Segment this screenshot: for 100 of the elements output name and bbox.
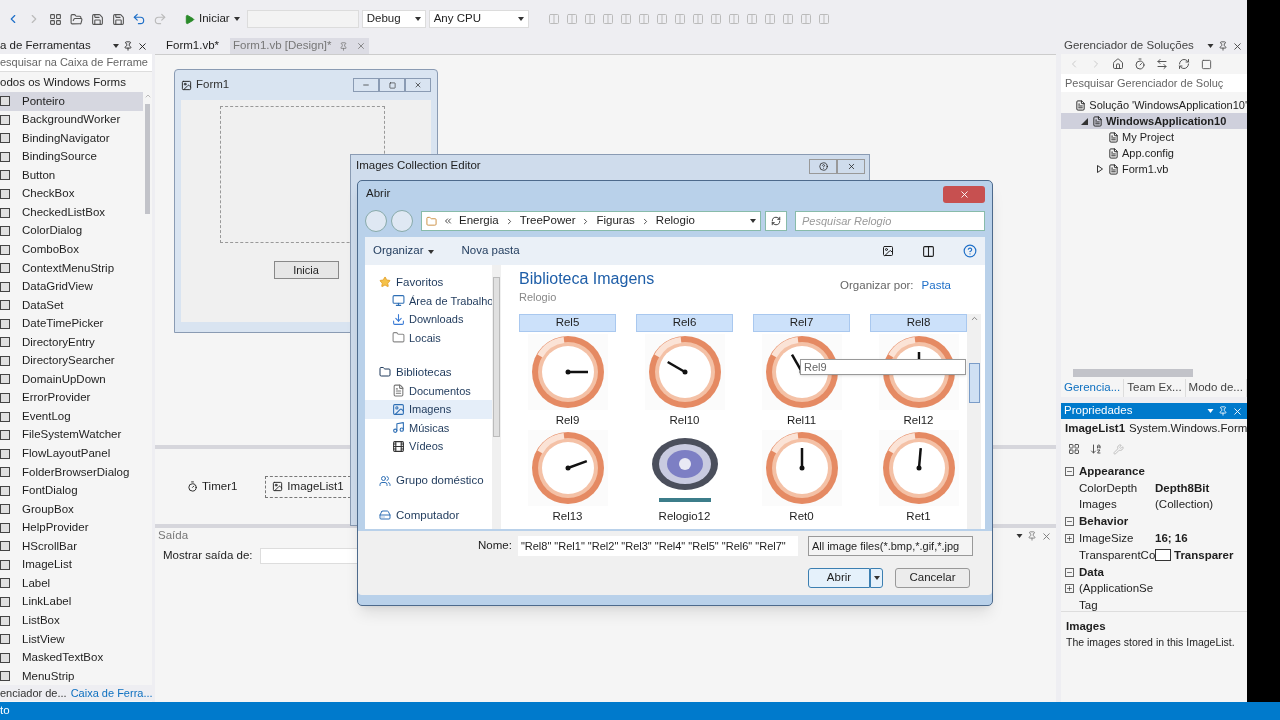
pin-icon[interactable] — [1218, 41, 1228, 51]
file-item[interactable]: Rel7 — [753, 313, 850, 332]
platform-dropdown[interactable]: Any CPU — [428, 10, 529, 28]
path-segment[interactable]: TreePower — [519, 212, 576, 230]
caret-icon[interactable] — [870, 568, 883, 588]
toolbox-item[interactable]: BindingSource — [0, 147, 143, 167]
help-icon[interactable] — [963, 244, 977, 258]
file-item[interactable]: Rel13 — [550, 507, 585, 525]
property-category[interactable]: Appearance — [1079, 462, 1145, 481]
tree-item[interactable]: Form1.vb — [1061, 161, 1247, 177]
pin-icon[interactable] — [123, 41, 133, 51]
command-button[interactable]: Organizar — [373, 242, 424, 260]
toolbox-item[interactable]: DirectorySearcher — [0, 351, 143, 371]
toolbox-item[interactable]: Ponteiro — [0, 92, 143, 111]
expand-icon[interactable] — [1065, 534, 1074, 544]
caret-icon[interactable] — [1207, 44, 1214, 48]
path-segment[interactable]: Relogio — [655, 212, 695, 230]
caret-icon[interactable] — [750, 219, 756, 223]
file-item[interactable]: Rel9 — [553, 411, 582, 429]
panel-tab[interactable]: Modo de... — [1185, 379, 1247, 397]
property-category[interactable]: Data — [1079, 563, 1104, 581]
preview-pane-icon[interactable] — [922, 244, 935, 258]
panel-tab[interactable]: enciador de... — [0, 684, 67, 702]
tree-item[interactable]: My Project — [1061, 129, 1247, 145]
configuration-dropdown[interactable]: Debug — [361, 10, 426, 28]
expand-icon[interactable] — [1065, 584, 1074, 594]
nav-group[interactable]: Favoritos — [365, 273, 492, 292]
toolbox-item[interactable]: CheckBox — [0, 184, 143, 204]
nav-group[interactable]: Bibliotecas — [365, 363, 492, 382]
pin-icon[interactable] — [1027, 531, 1037, 541]
nav-item[interactable]: Músicas — [365, 418, 492, 437]
toolbox-item[interactable]: MenuStrip — [0, 666, 143, 685]
view-icon[interactable] — [882, 245, 894, 257]
scrollbar-thumb[interactable] — [145, 104, 150, 214]
panel-tab[interactable]: Caixa de Ferra... — [70, 684, 153, 702]
toolbox-item[interactable]: DataGridView — [0, 277, 143, 296]
nav-item[interactable]: Locais — [365, 328, 492, 347]
toolbox-item[interactable]: ListView — [0, 629, 143, 649]
pin-icon[interactable] — [1218, 406, 1228, 416]
file-item[interactable]: Ret1 — [904, 507, 933, 525]
nav-group[interactable]: Grupo doméstico — [365, 471, 492, 490]
property-category[interactable]: Behavior — [1079, 513, 1129, 531]
property-value[interactable]: Transparer — [1174, 546, 1234, 564]
back-icon[interactable] — [365, 210, 387, 232]
nav-item[interactable]: Vídeos — [365, 437, 492, 456]
forward-icon[interactable] — [391, 210, 413, 232]
toolbox-item[interactable]: EventLog — [0, 407, 143, 426]
document-tab[interactable]: Form1.vb* — [163, 38, 223, 54]
refresh-icon[interactable] — [765, 211, 787, 231]
toolbox-item[interactable]: LinkLabel — [0, 592, 143, 612]
panel-tab[interactable]: Gerencia... — [1061, 379, 1125, 397]
toolbox-item[interactable]: ComboBox — [0, 240, 143, 259]
file-item[interactable]: Ret0 — [787, 507, 816, 525]
toolbox-item[interactable]: HelpProvider — [0, 518, 143, 538]
toolbox-item[interactable]: HScrollBar — [0, 537, 143, 556]
search-field[interactable]: esquisar na Caixa de Ferrame — [0, 54, 152, 72]
toolbox-item[interactable]: DomainUpDown — [0, 370, 143, 389]
toolbox-group[interactable]: odos os Windows Forms — [0, 74, 152, 92]
property-value[interactable]: (Collection) — [1155, 496, 1214, 514]
toolbox-item[interactable]: ImageList — [0, 555, 143, 575]
open-button[interactable]: Abrir — [808, 568, 870, 588]
file-item[interactable]: Rel12 — [901, 411, 936, 429]
object-selector[interactable]: ImageList1 System.Windows.Form — [1061, 419, 1247, 439]
toolbox-item[interactable]: MaskedTextBox — [0, 648, 143, 667]
collapse-icon[interactable] — [1065, 517, 1074, 527]
toolbox-item[interactable]: BindingNavigator — [0, 129, 143, 148]
cancel-button[interactable]: Cancelar — [895, 568, 970, 588]
toolbox-item[interactable]: Label — [0, 574, 143, 593]
toolbox-item[interactable]: ListBox — [0, 611, 143, 630]
toolbox-item[interactable]: ErrorProvider — [0, 388, 143, 408]
path-segment[interactable]: Figuras — [596, 212, 635, 230]
component-item[interactable]: Timer1 — [181, 475, 244, 498]
file-name-field[interactable]: "Rel8" "Rel1" "Rel2" "Rel3" "Rel4" "Rel5" "Rel6" "Rel7" — [517, 536, 798, 556]
panel-tab[interactable]: Team Ex... — [1124, 379, 1186, 397]
toolbox-item[interactable]: ContextMenuStrip — [0, 258, 143, 278]
file-item[interactable]: Rel8 — [870, 313, 967, 332]
property-value[interactable]: 16; 16 — [1155, 529, 1188, 548]
path-segment[interactable]: Energia — [459, 212, 499, 230]
toolbox-item[interactable]: DataSet — [0, 296, 143, 315]
close-icon[interactable] — [1232, 40, 1243, 52]
address-bar[interactable]: Energia TreePower Figuras Relogio — [421, 211, 761, 231]
close-icon[interactable] — [137, 40, 148, 52]
nav-item[interactable]: Documentos — [365, 381, 492, 400]
nav-item[interactable]: Downloads — [365, 310, 492, 329]
tree-item[interactable]: WindowsApplication10 — [1061, 113, 1247, 129]
toolbox-item[interactable]: FileSystemWatcher — [0, 425, 143, 445]
toolbox-item[interactable]: DateTimePicker — [0, 314, 143, 334]
arrange-dropdown[interactable]: Pasta — [921, 277, 951, 295]
caret-icon[interactable] — [1016, 534, 1023, 538]
scrollbar-thumb[interactable] — [1073, 369, 1193, 377]
tree-item[interactable]: Solução 'WindowsApplication10' — [1061, 97, 1247, 113]
tree-item[interactable]: App.config — [1061, 145, 1247, 161]
nav-group[interactable]: Computador — [365, 506, 492, 525]
collapse-icon[interactable] — [1065, 567, 1074, 577]
help-icon[interactable] — [809, 158, 837, 174]
command-button[interactable]: Nova pasta — [461, 242, 520, 260]
start-button[interactable]: Iniciar — [180, 10, 244, 28]
toolbox-item[interactable]: FolderBrowserDialog — [0, 462, 143, 482]
toolbox-item[interactable]: DirectoryEntry — [0, 333, 143, 352]
file-item[interactable]: Rel11 — [784, 411, 819, 429]
